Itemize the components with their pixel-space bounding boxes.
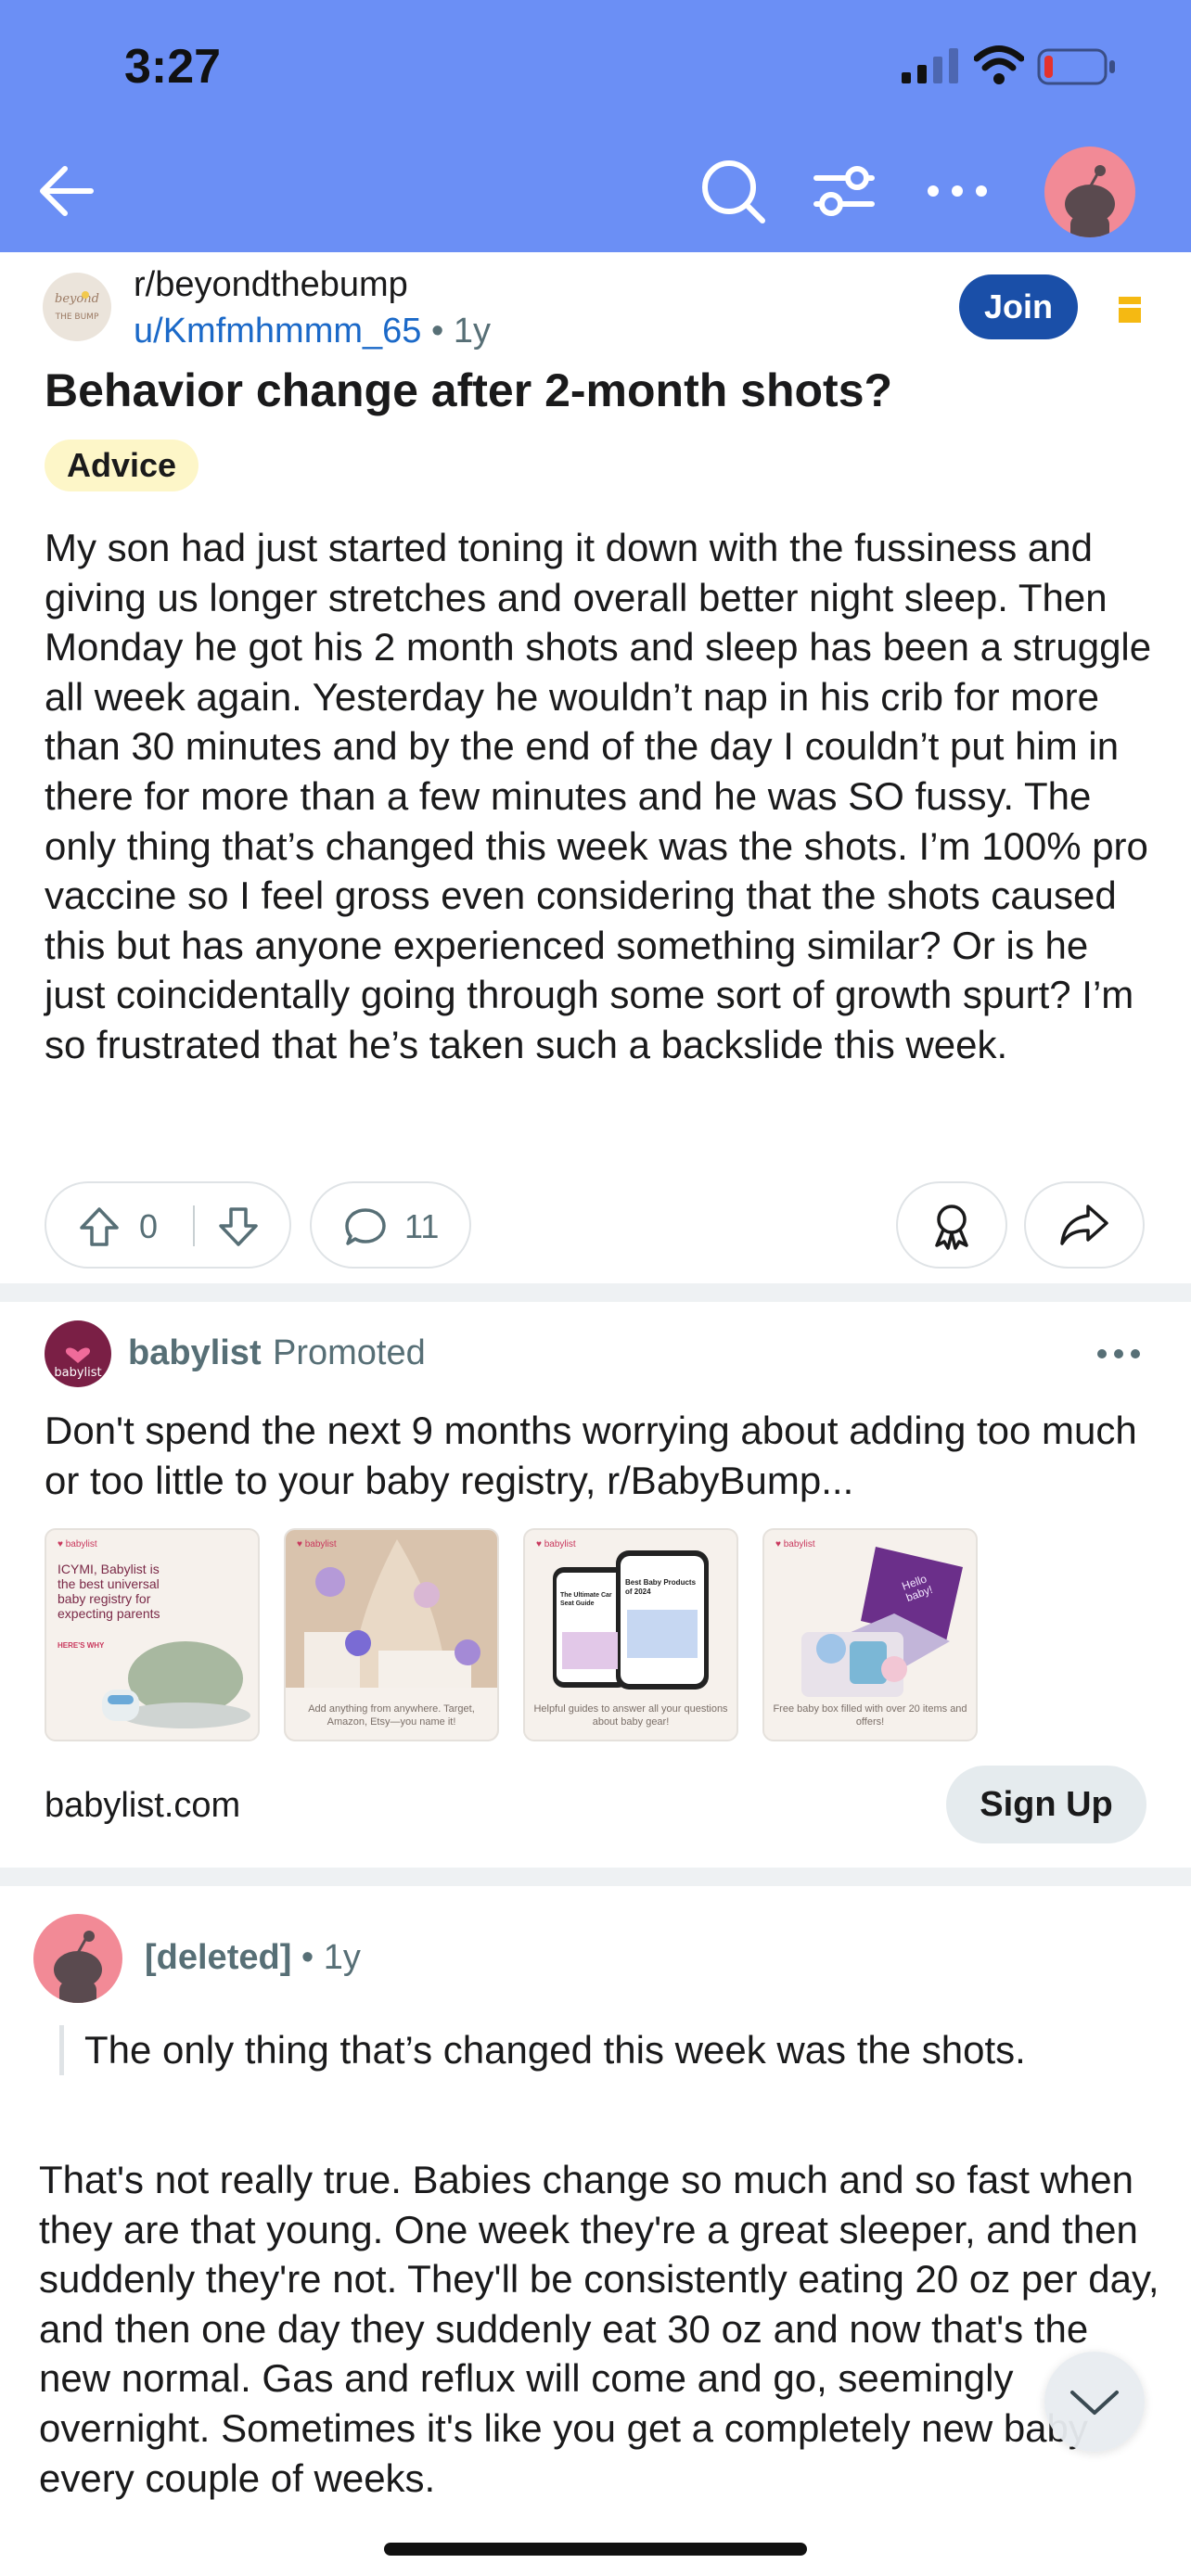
advertiser-logo[interactable]: babylist (45, 1320, 111, 1387)
scroll-down-button[interactable] (1044, 2352, 1145, 2452)
sign-up-button[interactable]: Sign Up (946, 1766, 1146, 1843)
svg-text:babylist: babylist (54, 1366, 101, 1380)
share-button[interactable] (1024, 1181, 1145, 1269)
snoo-avatar-icon (54, 1931, 102, 2003)
status-time: 3:27 (124, 40, 222, 94)
meta-separator: • (430, 312, 444, 351)
cellular-signal-icon (902, 48, 958, 83)
vote-control: 0 (45, 1181, 291, 1269)
section-divider (0, 1868, 1191, 1886)
downvote-icon[interactable] (217, 1205, 260, 1248)
battery-icon (1037, 48, 1115, 85)
ad-text: Don't spend the next 9 months worrying a… (45, 1409, 1137, 1502)
post-age: 1y (453, 312, 491, 351)
snoo-avatar-icon (1065, 165, 1115, 237)
ellipsis-icon[interactable] (924, 167, 991, 215)
post-body: My son had just started toning it down w… (45, 526, 1152, 1066)
card-link: The Ultimate Car Seat Guide (560, 1592, 612, 1607)
card-brand: ♥ babylist (536, 1539, 576, 1549)
award-button[interactable] (896, 1181, 1007, 1269)
upvote-icon[interactable] (78, 1205, 121, 1248)
join-button[interactable]: Join (959, 274, 1078, 339)
comment-body: That's not really true. Babies change so… (39, 2158, 1159, 2500)
bookmark-flag-icon[interactable] (1117, 295, 1143, 325)
post-flair[interactable]: Advice (45, 440, 199, 491)
subreddit-name[interactable]: r/beyondthebump (134, 265, 408, 305)
comments-button[interactable]: 11 (310, 1181, 471, 1269)
award-icon (935, 1205, 968, 1250)
comment-meta: [deleted] • 1y (145, 1938, 361, 1978)
beyond-the-bump-logo: beyond THE BUMP (55, 291, 99, 322)
chevron-down-icon (1070, 2391, 1119, 2415)
ad-carousel-card-3[interactable]: ♥ babylist Best Baby Products of 2024 Th… (523, 1528, 738, 1741)
card-caption: Free baby box filled with over 20 items … (773, 1703, 967, 1728)
card-brand: ♥ babylist (297, 1539, 337, 1549)
card-brand: ♥ babylist (775, 1539, 815, 1549)
subreddit-icon[interactable]: beyond THE BUMP (43, 273, 111, 341)
post-meta: u/Kmfmhmmm_65 • 1y (134, 312, 491, 351)
vote-divider (193, 1205, 195, 1246)
sliders-icon[interactable] (811, 158, 877, 224)
svg-text:THE BUMP: THE BUMP (55, 312, 99, 322)
share-arrow-icon (1060, 1205, 1108, 1245)
babylist-logo: babylist (54, 1347, 102, 1380)
comment-count: 11 (404, 1207, 440, 1245)
search-icon[interactable] (698, 156, 768, 226)
post-title: Behavior change after 2-month shots? (45, 364, 893, 416)
wifi-icon (974, 45, 1024, 84)
post-author[interactable]: u/Kmfmhmmm_65 (134, 312, 421, 351)
comment-avatar[interactable] (33, 1914, 122, 2003)
comment-bubble-icon (345, 1208, 386, 1245)
ad-carousel-card-2[interactable]: ♥ babylist Add anything from anywhere. T… (284, 1528, 499, 1741)
ad-carousel-card-4[interactable]: ♥ babylist Hello baby! Free baby box fil… (762, 1528, 978, 1741)
ad-carousel-card-1[interactable]: ♥ babylist ICYMI, Babylist is the best u… (45, 1528, 260, 1741)
comment-author[interactable]: [deleted] (145, 1938, 291, 1977)
svg-text:beyond: beyond (55, 292, 99, 306)
card-caption: Helpful guides to answer all your questi… (533, 1703, 728, 1728)
home-indicator (384, 2543, 807, 2556)
card-caption: Add anything from anywhere. Target, Amaz… (308, 1703, 475, 1728)
meta-separator: • (301, 1938, 314, 1977)
advertiser-name[interactable]: babylist (128, 1333, 262, 1373)
ad-more-icon[interactable] (1095, 1343, 1143, 1365)
promoted-label: Promoted (273, 1333, 426, 1372)
user-avatar-button[interactable] (1044, 147, 1135, 237)
top-bar: 3:27 (0, 0, 1191, 252)
back-arrow-icon[interactable] (33, 158, 100, 224)
card-headline: Best Baby Products of 2024 (625, 1578, 697, 1596)
baby-bouncer-image (102, 1641, 250, 1728)
comment-age: 1y (323, 1938, 361, 1977)
comment-quote: The only thing that’s changed this week … (59, 2025, 1026, 2075)
ad-domain[interactable]: babylist.com (45, 1786, 240, 1826)
vote-count: 0 (139, 1207, 159, 1245)
section-divider (0, 1283, 1191, 1302)
